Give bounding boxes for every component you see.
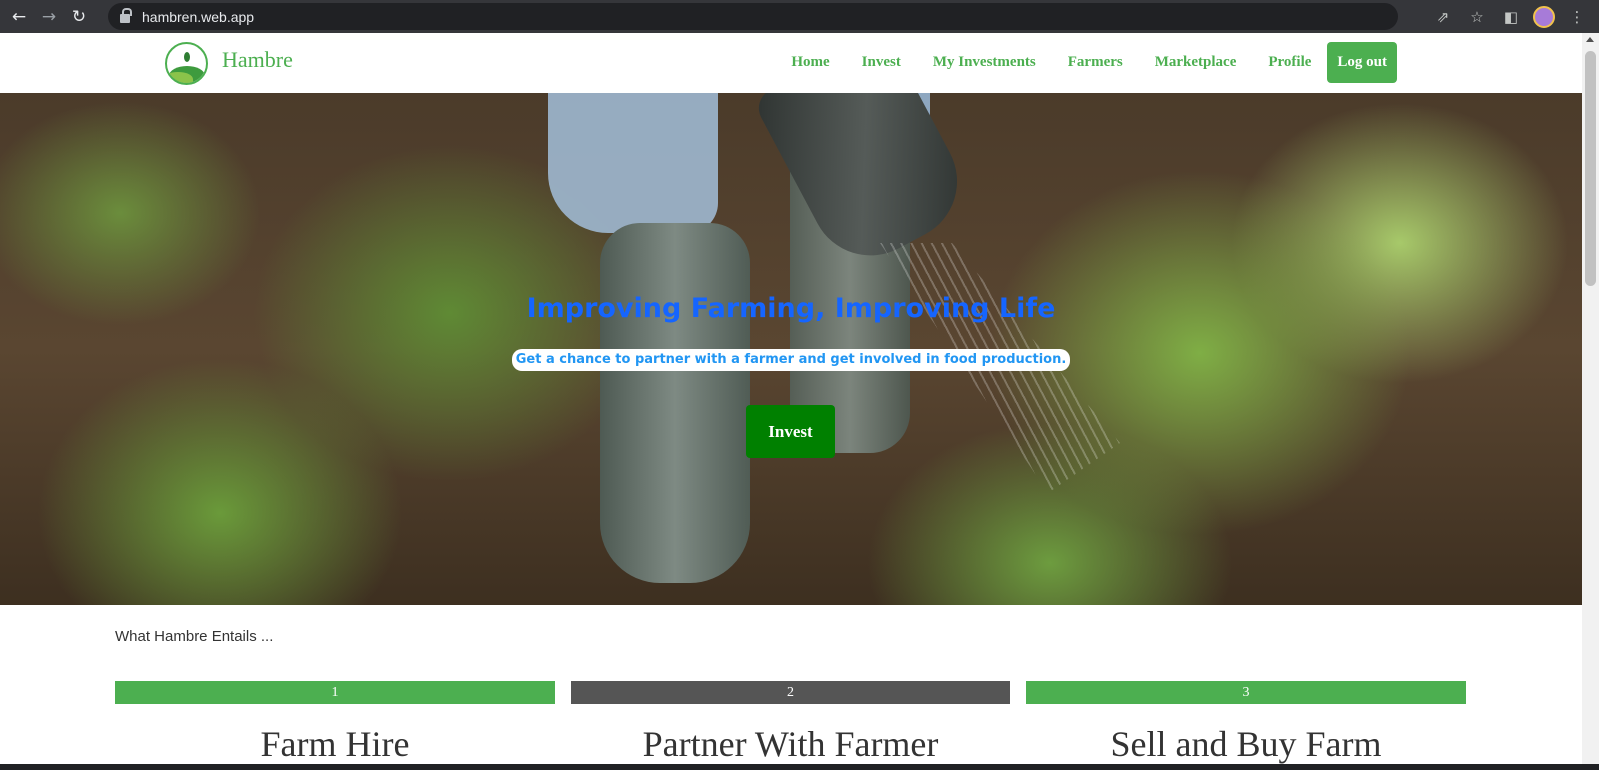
step-1-title: Farm Hire: [260, 724, 410, 764]
site-header: Hambre Home Invest My Investments Farmer…: [0, 33, 1582, 93]
scroll-up-icon[interactable]: [1586, 37, 1594, 42]
step-2-title: Partner With Farmer: [642, 724, 939, 764]
scroll-thumb[interactable]: [1585, 51, 1596, 286]
forward-arrow-icon[interactable]: →: [38, 6, 60, 28]
hero-image-boot: [600, 223, 750, 583]
url-text[interactable]: hambren.web.app: [142, 9, 254, 25]
invest-button[interactable]: Invest: [746, 405, 835, 458]
step-3-title: Sell and Buy Farm: [1110, 724, 1382, 764]
nav-home[interactable]: Home: [791, 54, 829, 71]
hambre-logo[interactable]: [165, 42, 208, 85]
nav-farmers[interactable]: Farmers: [1068, 54, 1123, 71]
hero-banner: Improving Farming, Improving Life Get a …: [0, 93, 1582, 605]
nav-marketplace[interactable]: Marketplace: [1155, 54, 1237, 71]
star-icon[interactable]: ☆: [1465, 5, 1489, 29]
hero-image-jeans: [548, 93, 718, 233]
back-arrow-icon[interactable]: ←: [8, 6, 30, 28]
lock-icon[interactable]: [120, 8, 132, 23]
logout-button[interactable]: Log out: [1327, 42, 1397, 83]
side-panel-icon[interactable]: ◧: [1499, 5, 1523, 29]
nav-profile[interactable]: Profile: [1268, 54, 1311, 71]
reload-icon[interactable]: ↻: [68, 6, 90, 28]
nav-my-investments[interactable]: My Investments: [933, 54, 1036, 71]
kebab-menu-icon[interactable]: ⋮: [1565, 5, 1589, 29]
browser-toolbar: ← → ↻ hambren.web.app ⇗ ☆ ◧ ⋮: [0, 0, 1599, 33]
entails-heading: What Hambre Entails ...: [115, 628, 274, 645]
hero-title: Improving Farming, Improving Life: [526, 293, 1056, 324]
share-icon[interactable]: ⇗: [1431, 5, 1455, 29]
profile-avatar[interactable]: [1533, 5, 1555, 28]
nav-invest[interactable]: Invest: [862, 54, 901, 71]
window-bottom-edge: [0, 764, 1599, 770]
hero-subtitle: Get a chance to partner with a farmer an…: [512, 349, 1070, 371]
address-bar[interactable]: hambren.web.app: [108, 3, 1398, 30]
step-3-bar: 3: [1026, 681, 1466, 704]
step-1-bar: 1: [115, 681, 555, 704]
page-scrollbar[interactable]: [1582, 33, 1599, 770]
step-2-bar: 2: [571, 681, 1010, 704]
brand-name[interactable]: Hambre: [222, 47, 293, 73]
main-nav: Home Invest My Investments Farmers Marke…: [759, 42, 1397, 83]
